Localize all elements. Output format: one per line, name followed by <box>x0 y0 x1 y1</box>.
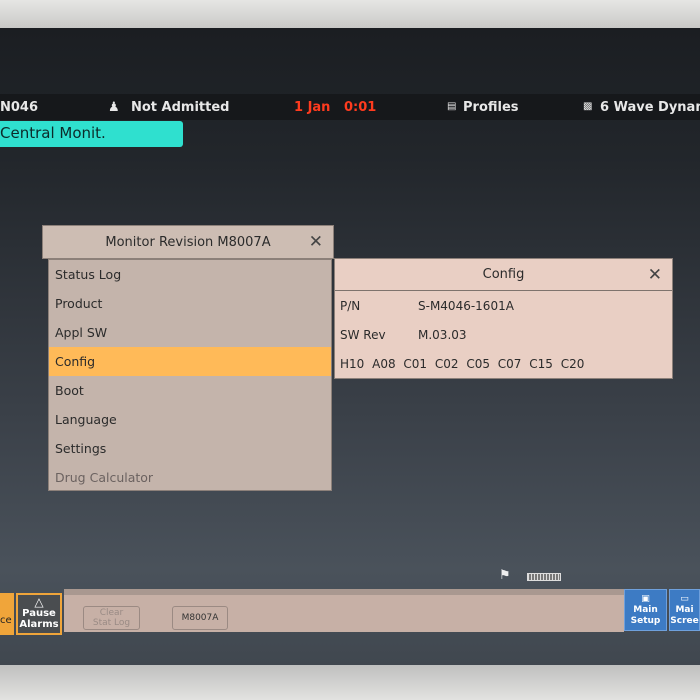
main-setup-button[interactable]: ▣ Main Setup <box>624 589 667 631</box>
stat-log-label: Stat Log <box>92 618 131 628</box>
monitor-bezel-top <box>0 0 700 28</box>
profiles-icon: ▤ <box>447 101 457 112</box>
menu-item-config[interactable]: Config <box>49 347 331 376</box>
bed-label: N046 <box>0 99 39 115</box>
header-bar: N046 ♟ Not Admitted 1 Jan 0:01 ▤ Profile… <box>0 94 700 120</box>
menu-item-product[interactable]: Product <box>49 289 331 318</box>
main-screen-button[interactable]: ▭ Mai Scree <box>669 589 700 631</box>
pn-value: S-M4046-1601A <box>418 298 514 313</box>
main-setup-label-2: Setup <box>630 616 661 626</box>
config-title: Config <box>482 267 525 282</box>
alarm-triangle-icon: △ <box>34 595 44 609</box>
revision-menu: Status Log Product Appl SW Config Boot L… <box>48 259 332 491</box>
config-options: H10 A08 C01 C02 C05 C07 C15 C20 <box>340 356 585 371</box>
smart-key-panel <box>64 589 624 632</box>
person-icon: ♟ <box>108 99 120 115</box>
alarms-label: Alarms <box>19 619 59 630</box>
screen-selector[interactable]: 6 Wave Dynam <box>600 100 700 115</box>
m8007a-button[interactable]: M8007A <box>172 606 228 630</box>
menu-item-drug-calculator: Drug Calculator <box>55 470 154 485</box>
close-icon[interactable]: ✕ <box>648 265 662 285</box>
revision-window-title: Monitor Revision M8007A <box>105 234 271 250</box>
menu-item-appl-sw[interactable]: Appl SW <box>49 318 331 347</box>
menu-item-language[interactable]: Language <box>49 405 331 434</box>
main-screen-icon: ▭ <box>680 594 689 604</box>
date-label: 1 Jan <box>294 99 331 115</box>
clear-stat-log-button: Clear Stat Log <box>83 606 140 630</box>
left-partial-button[interactable]: ce <box>0 593 14 635</box>
pn-label: P/N <box>340 298 361 313</box>
main-screen-label-1: Mai <box>675 605 694 615</box>
profiles-button[interactable]: Profiles <box>463 100 519 115</box>
menu-item-status-log[interactable]: Status Log <box>49 260 331 289</box>
close-icon[interactable]: ✕ <box>309 232 323 252</box>
main-screen-label-2: Scree <box>670 616 699 626</box>
main-setup-label-1: Main <box>633 605 658 615</box>
patient-status[interactable]: Not Admitted <box>131 100 229 115</box>
menu-item-settings[interactable]: Settings <box>49 434 331 463</box>
time-label: 0:01 <box>344 99 377 115</box>
menu-item-boot[interactable]: Boot <box>49 376 331 405</box>
clear-label: Clear <box>99 608 124 618</box>
central-monitor-tag: Central Monit. <box>0 121 183 147</box>
screen-icon: ▩ <box>583 101 593 112</box>
config-window: Config ✕ P/N S-M4046-1601A SW Rev M.03.03 … <box>334 258 673 379</box>
flag-icon: ⚑ <box>499 568 511 583</box>
sw-rev-value: M.03.03 <box>418 327 467 342</box>
main-setup-icon: ▣ <box>641 594 650 604</box>
pause-label: Pause <box>22 608 56 619</box>
sw-rev-label: SW Rev <box>340 327 386 342</box>
pause-alarms-button[interactable]: △ Pause Alarms <box>16 593 62 635</box>
revision-window-header: Monitor Revision M8007A ✕ <box>42 225 334 259</box>
monitor-bezel-bottom <box>0 665 700 700</box>
battery-icon <box>527 573 561 581</box>
